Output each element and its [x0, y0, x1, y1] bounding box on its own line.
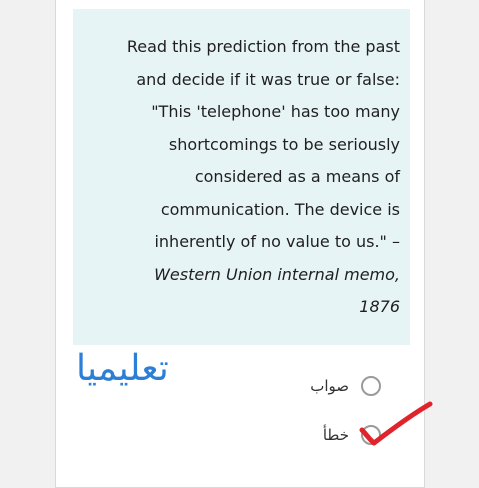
option-true[interactable]: صواب	[310, 376, 381, 396]
option-false-label: خطأ	[322, 426, 349, 444]
question-citation: Western Union internal memo,	[154, 264, 400, 284]
question-line: Read this prediction from the past	[126, 37, 400, 56]
option-true-radio[interactable]	[361, 376, 381, 396]
question-line: communication. The device is	[160, 199, 400, 219]
question-line: shortcomings to be seriously	[168, 134, 400, 154]
question-citation-year: 1876	[359, 297, 400, 316]
question-line: inherently of no value to us." –	[154, 232, 400, 251]
question-line: and decide if it was true or false:	[136, 69, 400, 89]
checkmark-icon	[359, 401, 433, 446]
option-true-label: صواب	[310, 377, 349, 395]
question-line: "This 'telephone' has too many	[151, 102, 400, 121]
question-box: Read this prediction from the past and d…	[73, 9, 410, 345]
watermark-logo: تعليميا	[76, 348, 169, 389]
question-line: considered as a means of	[194, 167, 400, 186]
